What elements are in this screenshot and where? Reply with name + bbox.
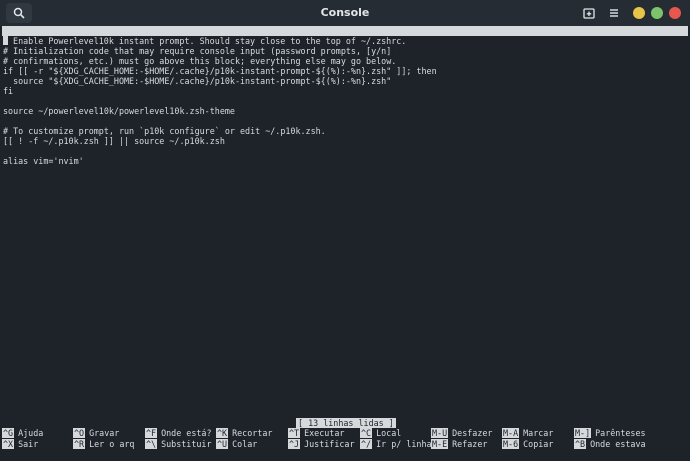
shortcut-label: Desfazer: [452, 428, 493, 438]
shortcut-label: Executar: [304, 428, 345, 438]
shortcut-key: ^J: [288, 439, 301, 449]
nano-title-bar: GNU nano 8.2 /home/gustavotz/.zshrc: [2, 26, 688, 56]
shortcut-item: ^B Onde estava: [574, 439, 646, 449]
shortcut-key: M-]: [574, 428, 592, 438]
shortcut-key: ^C: [360, 428, 373, 438]
shortcut-label: Ler o arq: [89, 439, 135, 449]
editor-line: # Initialization code that may require c…: [3, 46, 392, 56]
shortcut-key: ^F: [145, 428, 158, 438]
shortcut-label: Substituir: [161, 439, 212, 449]
new-tab-button[interactable]: [580, 4, 598, 22]
editor-line: if [[ -r "${XDG_CACHE_HOME:-$HOME/.cache…: [3, 66, 437, 76]
shortcut-item: ^\ Substituir: [145, 439, 212, 449]
editor-line: Enable Powerlevel10k instant prompt. Sho…: [3, 36, 687, 46]
editor-line: alias vim='nvim': [3, 156, 84, 166]
shortcut-label: Copiar: [523, 439, 554, 449]
shortcut-label: Onde está?: [161, 428, 212, 438]
shortcut-item: ^C Local: [360, 428, 401, 438]
shortcut-item: M-6 Copiar: [502, 439, 553, 449]
shortcut-item: ^K Recortar: [216, 428, 272, 438]
shortcut-key: M-E: [431, 439, 449, 449]
shortcut-item: ^/Ir p/ linha: [360, 439, 432, 449]
maximize-button[interactable]: [651, 7, 663, 19]
shortcut-item: ^O Gravar: [73, 428, 119, 438]
editor-line: [[ ! -f ~/.p10k.zsh ]] || source ~/.p10k…: [3, 136, 225, 146]
editor-buffer[interactable]: Enable Powerlevel10k instant prompt. Sho…: [3, 36, 687, 166]
shortcut-item: M-] Parênteses: [574, 428, 646, 438]
hamburger-menu-icon: [610, 9, 618, 17]
shortcut-item: M-U Desfazer: [431, 428, 492, 438]
shortcut-bar: ^G Ajuda ^O Gravar ^F Onde está? ^K Recortar ^T E…: [2, 428, 688, 450]
editor-line: source "${XDG_CACHE_HOME:-$HOME/.cache}/…: [3, 76, 392, 86]
shortcut-key: ^R: [73, 439, 86, 449]
header-bar: Console: [0, 0, 690, 27]
shortcut-key: M-6: [502, 439, 520, 449]
shortcut-label: Local: [376, 428, 402, 438]
shortcut-item: ^X Sair: [2, 439, 38, 449]
status-message: [ 13 linhas lidas ]: [296, 418, 396, 428]
minimize-button[interactable]: [633, 7, 645, 19]
close-button[interactable]: [669, 7, 681, 19]
shortcut-label: Recortar: [232, 428, 273, 438]
editor-line: fi: [3, 86, 14, 96]
shortcut-key: ^/: [360, 439, 373, 449]
shortcut-key: ^O: [73, 428, 86, 438]
shortcut-item: ^R Ler o arq: [73, 439, 134, 449]
editor-line: source ~/powerlevel10k/powerlevel10k.zsh…: [3, 106, 235, 116]
shortcut-label: Colar: [232, 439, 258, 449]
shortcut-key: ^K: [216, 428, 229, 438]
shortcut-item: M-A Marcar: [502, 428, 553, 438]
shortcut-key: ^G: [2, 428, 15, 438]
shortcut-label: Ajuda: [18, 428, 44, 438]
shortcut-item: M-E Refazer: [431, 439, 487, 449]
shortcut-item: ^U Colar: [216, 439, 257, 449]
shortcut-label: Gravar: [89, 428, 120, 438]
shortcut-item: ^J Justificar: [288, 439, 355, 449]
shortcut-label: Parênteses: [595, 428, 646, 438]
shortcut-item: ^G Ajuda: [2, 428, 43, 438]
shortcut-label: Onde estava: [590, 439, 646, 449]
shortcut-label: Justificar: [304, 439, 355, 449]
shortcut-label: Refazer: [452, 439, 488, 449]
shortcut-key: M-A: [502, 428, 520, 438]
console-window: Console GNU nano 8.2 /home/gustavotz/.zs…: [0, 0, 690, 461]
shortcut-label: Sair: [18, 439, 39, 449]
terminal-area[interactable]: GNU nano 8.2 /home/gustavotz/.zshrc Enab…: [0, 26, 690, 461]
editor-line: # confirmations, etc.) must go above thi…: [3, 56, 397, 66]
editor-line: # To customize prompt, run `p10k configu…: [3, 126, 326, 136]
shortcut-label: Ir p/ linha: [376, 439, 432, 449]
shortcut-item: ^F Onde está?: [145, 428, 212, 438]
shortcut-label: Marcar: [523, 428, 554, 438]
shortcut-key: ^U: [216, 439, 229, 449]
new-tab-icon: [583, 8, 595, 19]
shortcut-item: ^T Executar: [288, 428, 344, 438]
shortcut-key: M-U: [431, 428, 449, 438]
shortcut-key: ^B: [574, 439, 587, 449]
shortcut-key: ^T: [288, 428, 301, 438]
menu-button[interactable]: [605, 3, 623, 23]
shortcut-key: ^X: [2, 439, 15, 449]
shortcut-key: ^\: [145, 439, 158, 449]
